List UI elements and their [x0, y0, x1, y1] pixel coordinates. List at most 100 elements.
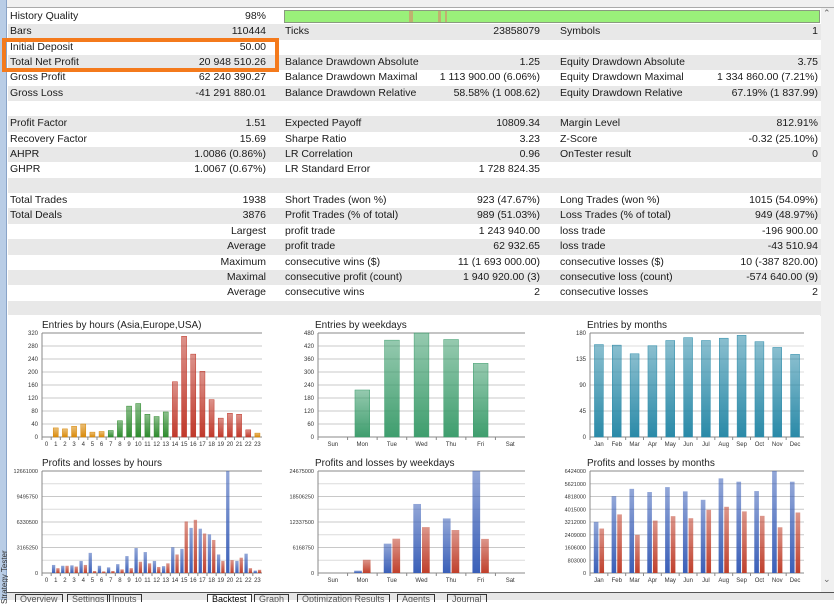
loss-bar-7	[111, 570, 115, 573]
tab-backtest[interactable]: Backtest	[207, 594, 252, 602]
chart-title: Entries by hours (Asia,Europe,USA)	[42, 320, 202, 331]
x-tick-label: Mar	[629, 578, 639, 584]
bar-Dec	[790, 354, 800, 438]
bar-14	[172, 381, 178, 438]
tab-settings[interactable]: Settings	[67, 594, 110, 602]
loss-bar-15	[184, 521, 188, 573]
profit-bar-2	[61, 565, 65, 573]
x-tick-label: Fri	[477, 442, 484, 448]
tab-inputs[interactable]: Inputs	[107, 594, 142, 602]
x-tick-label: Oct	[755, 442, 765, 448]
stat-label: Long Trades (won %)	[560, 194, 660, 207]
x-tick-label: 13	[162, 442, 169, 448]
bar-5	[89, 431, 96, 438]
stat-label: profit trade	[285, 224, 336, 237]
stat-value: 1	[812, 25, 818, 38]
x-tick-label: 21	[236, 578, 243, 584]
y-tick-label: 5621000	[565, 482, 586, 488]
loss-bar-Wed	[422, 527, 430, 573]
stats-row: Recovery Factor 15.69 Sharpe Ratio 3.23 Z-Sc…	[8, 132, 822, 147]
loss-bar-Jul	[706, 509, 712, 573]
tab-agents[interactable]: Agents	[397, 594, 436, 602]
stat-value: 62 932.65	[493, 240, 540, 253]
tab-overview[interactable]: Overview	[15, 594, 63, 602]
profit-bar-13	[161, 566, 166, 573]
stat-value: 1 113 900.00 (6.06%)	[439, 71, 540, 84]
scroll-up-icon[interactable]: ⌃	[823, 8, 831, 19]
bar-Sep	[736, 335, 747, 438]
tab-graph[interactable]: Graph	[254, 594, 290, 602]
scroll-down-icon[interactable]: ⌄	[823, 574, 831, 585]
stat-label: Expected Payoff	[285, 117, 362, 130]
stat-label: Profit Factor	[10, 117, 68, 130]
loss-bar-21	[239, 557, 243, 573]
y-tick-label: 40	[31, 422, 38, 428]
stat-value: 98%	[244, 10, 266, 22]
bar-Oct	[754, 341, 765, 438]
chart-title: Profits and losses by months	[587, 458, 715, 469]
x-tick-label: 14	[172, 578, 179, 584]
stat-label: Equity Drawdown Absolute	[560, 56, 685, 69]
bar-Aug	[719, 337, 729, 438]
stat-value: 15.69	[239, 132, 266, 145]
y-tick-label: 9495750	[17, 495, 38, 501]
bar-12	[153, 416, 160, 438]
stat-label: GHPR	[10, 163, 41, 176]
top-border	[7, 0, 834, 8]
tab-optimization-results[interactable]: Optimization Results	[297, 594, 390, 602]
bar-Jan	[594, 344, 604, 438]
vertical-scrollbar[interactable]: ⌃ ⌄	[821, 8, 834, 592]
stat-label: loss trade	[560, 240, 606, 253]
profit-bar-Apr	[647, 492, 652, 573]
stat-value: -43 510.94	[767, 240, 818, 253]
x-tick-label: Jun	[683, 442, 693, 448]
stat-label: consecutive profit (count)	[285, 270, 403, 283]
x-tick-label: 12	[153, 578, 160, 584]
bottom-tab-bar: Overview Settings Inputs Backtest Graph Optim…	[7, 592, 834, 602]
x-tick-label: 17	[199, 578, 206, 584]
loss-bar-Sep	[742, 511, 747, 573]
x-tick-label: 19	[217, 578, 224, 584]
y-tick-label: 12337500	[290, 520, 314, 526]
stat-value: 0.96	[519, 148, 540, 161]
x-tick-label: Sat	[506, 578, 515, 584]
strategy-tester-side-panel[interactable]	[0, 0, 7, 600]
y-tick-label: 4818000	[565, 495, 586, 501]
stat-label: Loss Trades (% of total)	[560, 209, 671, 222]
stat-label: OnTester result	[560, 148, 632, 161]
loss-bar-Tue	[392, 538, 401, 573]
stat-label: AHPR	[10, 148, 40, 161]
stat-label: Recovery Factor	[10, 132, 88, 145]
stats-row: Total Deals 3876 Profit Trades (% of total…	[8, 208, 822, 224]
stat-label: History Quality	[10, 10, 79, 22]
stats-row: Largest profit trade 1 243 940.00 loss trad…	[8, 224, 822, 239]
stat-value: 1015 (54.09%)	[749, 194, 818, 207]
stat-value: 1 728 824.35	[478, 163, 540, 176]
stat-value: 11 (1 693 000.00)	[457, 255, 540, 268]
x-tick-label: Oct	[755, 578, 765, 584]
stat-value: Average	[227, 286, 266, 299]
loss-bar-Jun	[688, 518, 694, 573]
bar-Feb	[612, 344, 622, 438]
bar-Apr	[647, 345, 658, 438]
x-tick-label: Tue	[387, 442, 398, 448]
x-tick-label: 10	[135, 578, 142, 584]
y-tick-label: 0	[583, 571, 586, 577]
profit-bar-16	[189, 527, 193, 573]
x-tick-label: Dec	[790, 442, 801, 448]
stat-value: 812.91%	[776, 117, 818, 130]
y-tick-label: 3165250	[17, 546, 38, 552]
x-tick-label: Jul	[702, 578, 710, 584]
chart-title: Entries by months	[587, 320, 668, 331]
bar-20	[227, 413, 233, 438]
tab-journal[interactable]: Journal	[447, 594, 487, 602]
y-tick-label: 4015000	[565, 507, 586, 513]
x-tick-label: 23	[254, 578, 261, 584]
profit-bar-Mon	[354, 570, 362, 573]
loss-bar-Oct	[759, 515, 765, 573]
stat-label: Balance Drawdown Relative	[285, 86, 417, 99]
stat-label: Equity Drawdown Relative	[560, 86, 683, 99]
y-tick-label: 0	[311, 571, 314, 577]
y-tick-label: 1606000	[565, 546, 586, 552]
stat-value: 23858079	[493, 25, 540, 38]
